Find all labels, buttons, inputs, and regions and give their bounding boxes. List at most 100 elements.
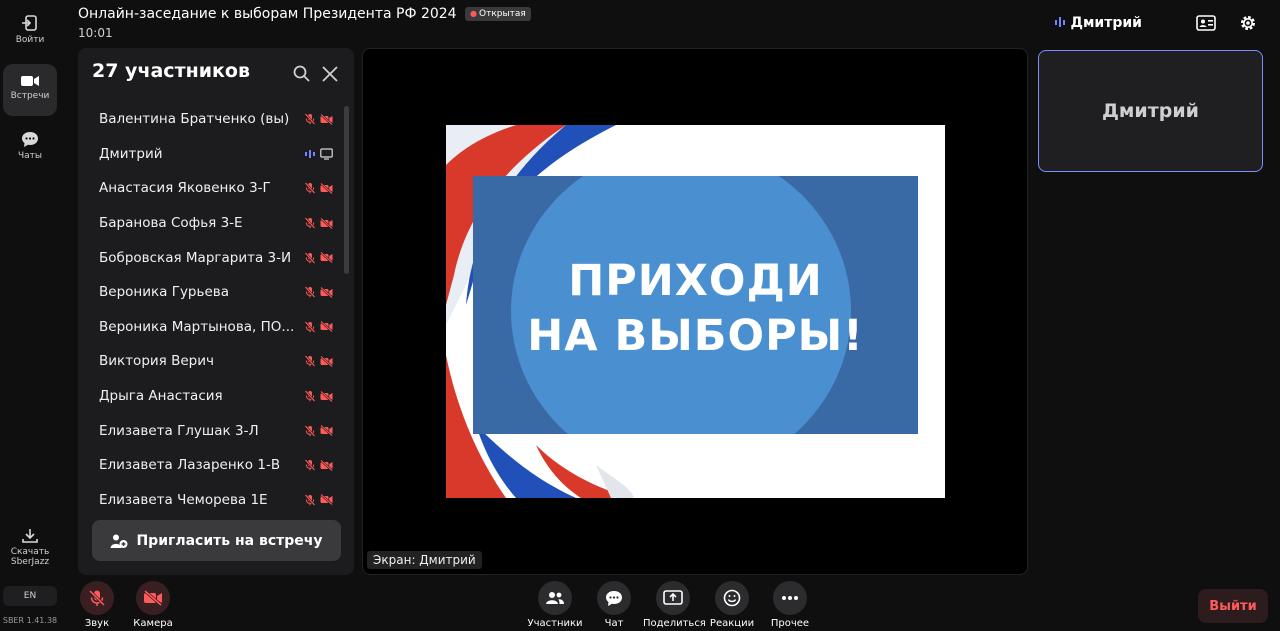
download-icon bbox=[22, 529, 38, 543]
sound-circle bbox=[80, 581, 114, 615]
screen-owner-label: Экран: Дмитрий bbox=[367, 551, 482, 569]
camera-circle bbox=[136, 581, 170, 615]
camera-off-icon bbox=[320, 217, 333, 230]
participant-row[interactable]: Елизавета Глушак 3-Л bbox=[78, 413, 354, 448]
meetings-label: Встречи bbox=[10, 91, 50, 101]
participant-status-icons bbox=[303, 459, 337, 472]
chat-bubble-icon bbox=[22, 132, 38, 147]
invite-label: Пригласить на встречу bbox=[136, 532, 323, 549]
participant-status-icons bbox=[303, 113, 337, 126]
download-rail-item[interactable]: Скачать SberJazz bbox=[3, 528, 57, 572]
more-dots-icon bbox=[782, 596, 798, 600]
participant-row[interactable]: Дрыга Анастасия bbox=[78, 379, 354, 414]
sound-label: Звук bbox=[84, 618, 110, 629]
chat-circle bbox=[597, 581, 631, 615]
contact-card-icon bbox=[1196, 15, 1216, 31]
camera-off-icon bbox=[320, 390, 333, 403]
microphone-off-icon bbox=[303, 217, 316, 230]
participant-row[interactable]: Дмитрий bbox=[78, 137, 354, 172]
participant-name: Елизавета Лазаренко 1-В bbox=[99, 457, 281, 474]
meetings-rail-item[interactable]: Встречи bbox=[3, 64, 57, 116]
participant-status-icons bbox=[303, 286, 337, 299]
share-button[interactable]: Поделиться bbox=[643, 581, 706, 629]
chats-label: Чаты bbox=[17, 151, 43, 161]
left-rail: Войти Встречи Чаты Скачать SberJazz EN S… bbox=[0, 0, 60, 631]
participant-row[interactable]: Вероника Мартынова, ПО... bbox=[78, 310, 354, 345]
active-speaker-name: Дмитрий bbox=[1070, 15, 1142, 31]
participants-button[interactable]: Участники bbox=[525, 581, 585, 629]
login-rail-item[interactable]: Войти bbox=[3, 14, 57, 54]
participant-row[interactable]: Анастасия Яковенко 3-Г bbox=[78, 171, 354, 206]
active-speaker: Дмитрий bbox=[1054, 15, 1142, 31]
camera-off-icon bbox=[320, 459, 333, 472]
microphone-off-icon bbox=[303, 355, 316, 368]
participants-label: Участники bbox=[527, 618, 583, 629]
participant-name: Виктория Верич bbox=[99, 353, 214, 370]
invite-button[interactable]: Пригласить на встречу bbox=[92, 520, 341, 561]
microphone-off-icon bbox=[88, 589, 106, 607]
participant-name: Дрыга Анастасия bbox=[99, 388, 223, 405]
sound-button[interactable]: Звук bbox=[67, 581, 127, 629]
layout-button[interactable] bbox=[1194, 11, 1218, 35]
participant-status-icons bbox=[303, 390, 337, 403]
settings-button[interactable] bbox=[1236, 11, 1260, 35]
reactions-button[interactable]: Реакции bbox=[702, 581, 762, 629]
audio-level-icon bbox=[303, 147, 316, 160]
meeting-title: Онлайн-заседание к выборам Президента РФ… bbox=[78, 6, 457, 22]
camera-off-icon bbox=[320, 320, 333, 333]
camera-off-icon bbox=[320, 251, 333, 264]
video-camera-icon bbox=[21, 76, 39, 86]
participant-row[interactable]: Валентина Братченко (вы) bbox=[78, 102, 354, 137]
chat-button[interactable]: Чат bbox=[584, 581, 644, 629]
app-version: SBER 1.41.38 bbox=[2, 616, 58, 625]
microphone-off-icon bbox=[303, 251, 316, 264]
camera-off-icon bbox=[320, 355, 333, 368]
participant-name: Дмитрий bbox=[99, 145, 163, 162]
more-button[interactable]: Прочее bbox=[760, 581, 820, 629]
participant-status-icons bbox=[303, 320, 337, 333]
participant-row[interactable]: Елизавета Чеморева 1Е bbox=[78, 483, 354, 512]
slide-line-2: НА ВЫБОРЫ! bbox=[527, 311, 864, 361]
participants-panel: 27 участников Валентина Братченко (вы) Дм… bbox=[78, 48, 354, 575]
participant-row[interactable]: Бобровская Маргарита 3-И bbox=[78, 240, 354, 275]
meeting-title-wrap: Онлайн-заседание к выборам Президента РФ… bbox=[78, 6, 531, 22]
add-user-icon bbox=[110, 533, 128, 549]
login-icon bbox=[22, 15, 37, 31]
slide-line-1: ПРИХОДИ bbox=[568, 256, 823, 306]
share-circle bbox=[656, 581, 690, 615]
lock-icon: ● bbox=[470, 9, 478, 18]
microphone-off-icon bbox=[303, 459, 316, 472]
language-switch[interactable]: EN bbox=[3, 586, 57, 606]
participant-row[interactable]: Баранова Софья 3-Е bbox=[78, 206, 354, 241]
participants-scrollbar[interactable] bbox=[344, 106, 349, 274]
participant-name: Вероника Гурьева bbox=[99, 284, 229, 301]
participant-status-icons bbox=[303, 424, 337, 437]
chat-label: Чат bbox=[604, 618, 624, 629]
participant-status-icons bbox=[303, 355, 337, 368]
participant-row[interactable]: Елизавета Лазаренко 1-В bbox=[78, 448, 354, 483]
participants-list: Валентина Братченко (вы) Дмитрий Анастасия… bbox=[78, 102, 354, 512]
header-right: Дмитрий bbox=[1054, 11, 1260, 35]
slide-heading: ПРИХОДИ НА ВЫБОРЫ! bbox=[473, 254, 918, 364]
participant-status-icons bbox=[303, 147, 337, 160]
badge-label: Открытая bbox=[479, 9, 526, 19]
participant-row[interactable]: Виктория Верич bbox=[78, 344, 354, 379]
more-circle bbox=[773, 581, 807, 615]
chats-rail-item[interactable]: Чаты bbox=[3, 131, 57, 167]
close-icon bbox=[322, 66, 338, 82]
participant-row[interactable]: Вероника Гурьева bbox=[78, 275, 354, 310]
camera-off-icon bbox=[320, 493, 333, 506]
participants-search-button[interactable] bbox=[292, 64, 312, 84]
participant-tile[interactable]: Дмитрий bbox=[1038, 50, 1263, 172]
camera-off-icon bbox=[144, 590, 162, 606]
leave-button[interactable]: Выйти bbox=[1198, 589, 1268, 623]
camera-off-icon bbox=[320, 286, 333, 299]
download-label-1: Скачать bbox=[10, 547, 50, 557]
camera-off-icon bbox=[320, 182, 333, 195]
microphone-off-icon bbox=[303, 182, 316, 195]
participants-close-button[interactable] bbox=[320, 64, 340, 84]
share-label: Поделиться bbox=[643, 618, 706, 629]
camera-button[interactable]: Камера bbox=[123, 581, 183, 629]
chat-bubble-icon bbox=[606, 590, 622, 606]
search-icon bbox=[293, 65, 310, 82]
